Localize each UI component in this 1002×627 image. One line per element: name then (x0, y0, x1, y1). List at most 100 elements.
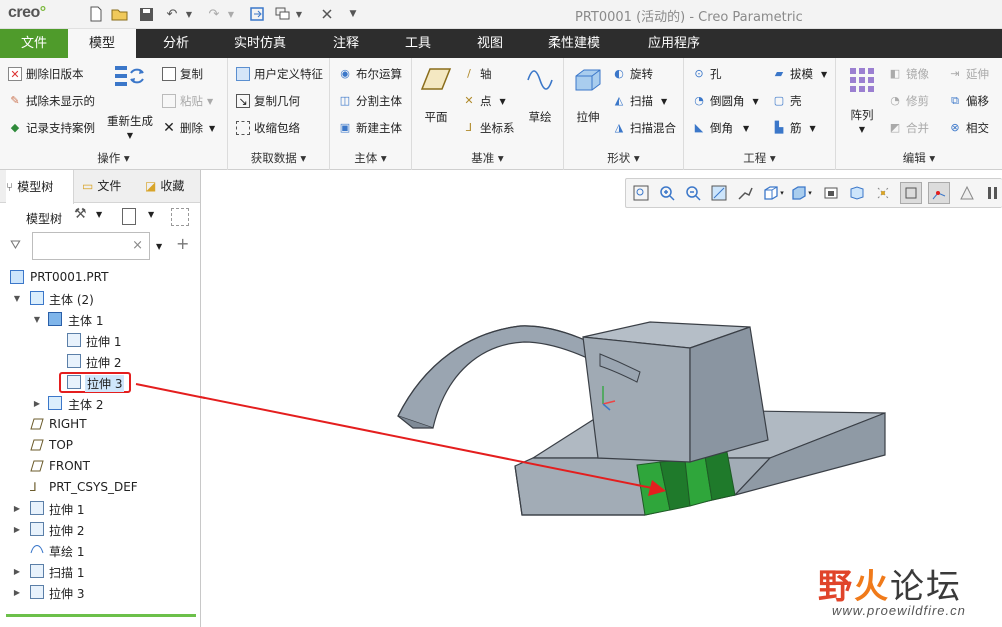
expand-icon[interactable]: ▶ (12, 567, 22, 576)
add-filter-icon[interactable]: + (176, 234, 189, 253)
collapse-icon[interactable]: ▼ (32, 315, 42, 324)
tree-item-extrude-2[interactable]: 拉伸 2 (0, 351, 200, 372)
undo-dropdown-icon[interactable]: ▼ (184, 5, 194, 23)
tree-item-extrude-1b[interactable]: ▶ 拉伸 1 (0, 498, 200, 519)
rib-button[interactable]: ▙ 筋 ▼ (772, 120, 816, 136)
tree-filter-icon[interactable] (171, 208, 189, 226)
regenerate-dropdown-icon[interactable]: ▼ (102, 131, 158, 140)
sketch-button[interactable]: 草绘 (522, 66, 558, 125)
round-button[interactable]: ◔ 倒圆角 ▼ (692, 93, 758, 109)
plane-button[interactable]: 平面 (416, 66, 456, 125)
hole-icon: ⊙ (694, 67, 704, 80)
draft-button[interactable]: ▰ 拔模 ▼ (772, 66, 827, 82)
erase-old-versions-button[interactable]: ✕ 删除旧版本 (8, 66, 84, 82)
regenerate-small-icon[interactable] (248, 5, 266, 23)
tab-applications[interactable]: 应用程序 (636, 29, 712, 58)
revolve-button[interactable]: ◐ 旋转 (612, 66, 653, 82)
regenerate-button[interactable]: 重新生成 ▼ (102, 64, 158, 146)
new-file-icon[interactable] (87, 5, 105, 23)
copy-geometry-button[interactable]: ↘ 复制几何 (236, 93, 300, 109)
customize-qat-icon[interactable]: ▼ (344, 5, 362, 23)
split-body-button[interactable]: ◫ 分割主体 (338, 93, 402, 109)
group-label-operations[interactable]: 操作 ▾ (0, 150, 227, 166)
open-folder-icon[interactable] (111, 5, 129, 23)
tab-tools[interactable]: 工具 (390, 29, 446, 58)
tree-item-bodies[interactable]: ▼ 主体 (2) (0, 288, 200, 309)
point-button[interactable]: ✕ 点 ▼ (462, 93, 505, 109)
tree-item-front-plane[interactable]: FRONT (0, 456, 200, 477)
pattern-dropdown-icon[interactable]: ▼ (844, 125, 880, 134)
tab-analysis[interactable]: 分析 (148, 29, 204, 58)
redo-icon[interactable]: ↷ (205, 5, 223, 23)
tree-settings-dropdown-icon[interactable]: ▼ (96, 210, 102, 219)
tree-item-csys[interactable]: ⅃ PRT_CSYS_DEF (0, 477, 200, 498)
save-icon[interactable] (137, 5, 155, 23)
tab-live-simulation[interactable]: 实时仿真 (222, 29, 298, 58)
shrinkwrap-button[interactable]: 收缩包络 (236, 120, 300, 136)
tree-item-part[interactable]: PRT0001.PRT (0, 267, 200, 288)
axis-button[interactable]: / 轴 (462, 66, 491, 82)
sweep-button[interactable]: ◭ 扫描 ▼ (612, 93, 667, 109)
tab-favorites[interactable]: ◪ 收藏 (145, 170, 200, 203)
hole-button[interactable]: ⊙ 孔 (692, 66, 721, 82)
group-label-datum[interactable]: 基准 ▾ (412, 150, 563, 166)
expand-icon[interactable]: ▶ (32, 399, 42, 408)
tab-folder[interactable]: ▭ 文件 (82, 170, 138, 203)
search-dropdown-icon[interactable]: ▼ (156, 242, 162, 251)
group-label-body[interactable]: 主体 ▾ (330, 150, 411, 166)
expand-icon[interactable]: ▶ (12, 504, 22, 513)
tab-annotate[interactable]: 注释 (318, 29, 374, 58)
copy-button[interactable]: 复制 (162, 66, 203, 82)
filter-funnel-icon[interactable]: ⛛ (10, 238, 21, 253)
windows-dropdown-icon[interactable]: ▼ (294, 5, 304, 23)
tree-item-sketch-1[interactable]: 草绘 1 (0, 540, 200, 561)
tree-item-right-plane[interactable]: RIGHT (0, 414, 200, 435)
group-label-shapes[interactable]: 形状 ▾ (564, 150, 683, 166)
tab-file[interactable]: 文件 (0, 29, 68, 58)
boolean-button[interactable]: ◉ 布尔运算 (338, 66, 402, 82)
tree-item-extrude-1[interactable]: 拉伸 1 (0, 330, 200, 351)
clear-search-icon[interactable]: × (132, 238, 143, 253)
swept-blend-button[interactable]: ◮ 扫描混合 (612, 120, 676, 136)
tree-item-extrude-3b[interactable]: ▶ 拉伸 3 (0, 582, 200, 603)
tree-item-body-1[interactable]: ▼ 主体 1 (0, 309, 200, 330)
expand-icon[interactable]: ▶ (12, 588, 22, 597)
group-label-editing[interactable]: 编辑 ▾ (836, 150, 1002, 166)
tab-flexible-modeling[interactable]: 柔性建模 (536, 29, 612, 58)
undo-icon[interactable]: ↶ (163, 5, 181, 23)
record-support-case-button[interactable]: ◆ 记录支持案例 (8, 120, 95, 136)
csys-button[interactable]: ⅃ 坐标系 (462, 120, 515, 136)
extend-button[interactable]: ⇥ 延伸 (948, 66, 989, 82)
show-columns-icon[interactable] (122, 208, 136, 225)
shell-button[interactable]: ▢ 壳 (772, 93, 802, 109)
extrude-button[interactable]: 拉伸 (568, 66, 608, 125)
group-label-get-data[interactable]: 获取数据 ▾ (228, 150, 329, 166)
trim-button[interactable]: ◔ 修剪 (888, 93, 929, 109)
delete-button[interactable]: ✕ 删除 ▼ (162, 120, 215, 136)
expand-icon[interactable]: ▶ (12, 525, 22, 534)
tab-model-tree[interactable]: ⑂ 模型树 (6, 170, 74, 204)
offset-button[interactable]: ⧉ 偏移 (948, 93, 989, 109)
mirror-button[interactable]: ◧ 镜像 (888, 66, 929, 82)
tree-item-extrude-2b[interactable]: ▶ 拉伸 2 (0, 519, 200, 540)
erase-not-displayed-button[interactable]: ✎ 拭除未显示的 (8, 93, 95, 109)
redo-dropdown-icon[interactable]: ▼ (226, 5, 236, 23)
chamfer-button[interactable]: ◣ 倒角 ▼ (692, 120, 749, 136)
user-defined-feature-button[interactable]: 用户定义特征 (236, 66, 323, 82)
group-label-engineering[interactable]: 工程 ▾ (684, 150, 835, 166)
paste-button[interactable]: 粘贴 ▼ (162, 93, 213, 109)
tab-model[interactable]: 模型 (68, 29, 136, 58)
tree-search-input[interactable]: × (32, 232, 150, 260)
intersect-button[interactable]: ⊗ 相交 (948, 120, 989, 136)
new-body-button[interactable]: ▣ 新建主体 (338, 120, 402, 136)
collapse-icon[interactable]: ▼ (12, 294, 22, 303)
tree-item-sweep-1[interactable]: ▶ 扫描 1 (0, 561, 200, 582)
close-window-icon[interactable] (318, 5, 336, 23)
show-dropdown-icon[interactable]: ▼ (148, 210, 154, 219)
pattern-button[interactable]: 阵列 ▼ (844, 66, 880, 134)
merge-button[interactable]: ◩ 合并 (888, 120, 929, 136)
tree-settings-icon[interactable]: ⚒ (74, 206, 92, 226)
tree-item-top-plane[interactable]: TOP (0, 435, 200, 456)
tab-view[interactable]: 视图 (462, 29, 518, 58)
windows-icon[interactable] (274, 5, 292, 23)
